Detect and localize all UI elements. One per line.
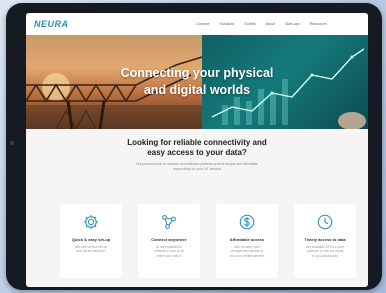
feature-card-affordable[interactable]: Affordable access with no setup user cha… [216, 204, 278, 278]
nav-item-connect[interactable]: Connect [196, 22, 209, 26]
card-title: Affordable access [229, 237, 265, 242]
feature-cards: Quick & easy set-up with self service se… [60, 204, 356, 278]
card-desc-line: to go Dashboards [312, 253, 338, 258]
nav-item-resources[interactable]: Resources [310, 22, 327, 26]
card-description: with no setup user changes and access to… [216, 245, 278, 258]
card-title: Timely access to data [304, 237, 346, 242]
brand-logo[interactable]: NEURA [34, 19, 69, 29]
intro-heading-line2: easy access to your data? [147, 148, 247, 157]
card-desc-line: where you need it [156, 253, 182, 258]
card-description: with self service set-up and device sele… [60, 245, 122, 254]
card-desc-line: and device selection [76, 249, 106, 254]
intro-heading: Looking for reliable connectivity and ea… [26, 138, 368, 158]
nav-item-outlets[interactable]: Outlets [244, 22, 255, 26]
nav-menu: Connect Solutions Outlets About Start-up… [196, 13, 337, 35]
intro-text-line2: connectivity for your IoT devices [172, 166, 222, 171]
hero-title-line2: and digital worlds [143, 83, 251, 97]
card-description: to our established network or ours to al… [138, 245, 200, 258]
tablet-frame: NEURA Connect Solutions Outlets About St… [6, 3, 382, 290]
card-title: Quick & easy set-up [71, 237, 111, 242]
gear-icon [83, 214, 99, 230]
feature-card-connect[interactable]: Connect anywhere to our established netw… [138, 204, 200, 278]
feature-card-setup[interactable]: Quick & easy set-up with self service se… [60, 204, 122, 278]
intro-text-line1: Our process built on network and softwar… [135, 162, 259, 166]
hero-title-line1: Connecting your physical [120, 66, 274, 80]
card-title: Connect anywhere [151, 237, 187, 242]
card-desc-line: our cost certified devices [229, 253, 265, 258]
card-description: any available API into your systems, or … [294, 245, 356, 258]
intro-section: Looking for reliable connectivity and ea… [26, 129, 368, 171]
hero-title: Connecting your physical and digital wor… [26, 65, 368, 99]
dollar-icon [239, 214, 255, 230]
nav-item-start-ups[interactable]: Start-ups [285, 22, 300, 26]
camera-dot [10, 141, 14, 145]
intro-text: Our process built on network and softwar… [26, 162, 368, 171]
nav-item-solutions[interactable]: Solutions [219, 22, 234, 26]
nav-item-about[interactable]: About [266, 22, 275, 26]
top-navigation: NEURA Connect Solutions Outlets About St… [26, 13, 368, 35]
hero-banner: Connecting your physical and digital wor… [26, 35, 368, 129]
network-icon [162, 215, 176, 229]
clock-icon [317, 214, 333, 230]
intro-heading-line1: Looking for reliable connectivity and [127, 138, 267, 147]
feature-card-timely[interactable]: Timely access to data any available API … [294, 204, 356, 278]
